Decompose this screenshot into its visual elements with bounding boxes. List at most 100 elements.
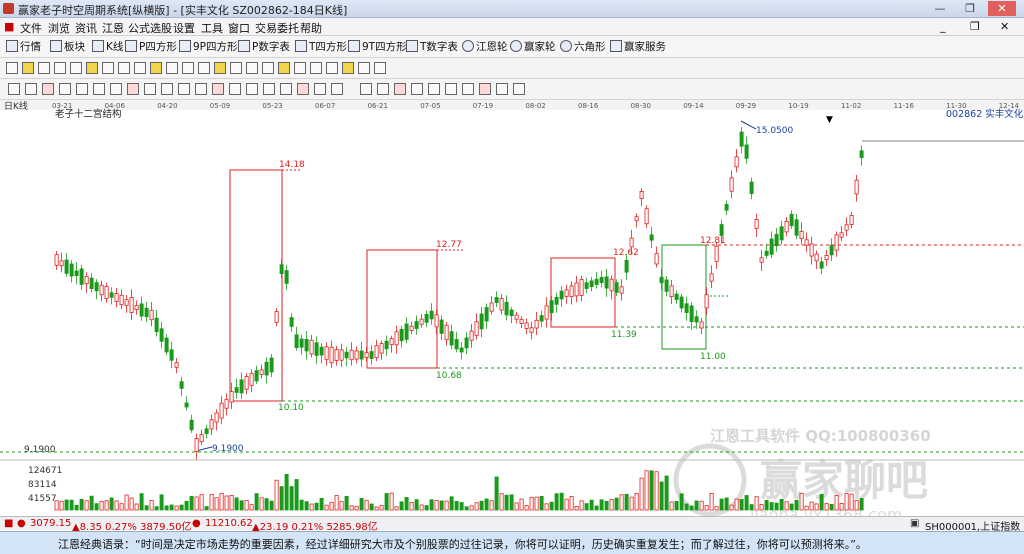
toolbar-p-table-button[interactable]: P数字表	[238, 39, 290, 55]
menu-formula[interactable]: 公式选股	[128, 20, 172, 36]
drawing-tool-icon-1[interactable]	[6, 62, 18, 74]
toolbar-winner-wheel-button[interactable]: 赢家轮	[510, 39, 556, 55]
analysis-tool-icon-12[interactable]	[195, 83, 207, 95]
stock-code-label: 002862 实丰文化	[946, 108, 1024, 120]
drawing-tool-icon-12[interactable]	[182, 62, 194, 74]
analysis-tool-icon-2[interactable]	[25, 83, 37, 95]
analysis-tool-icon-26[interactable]	[445, 83, 457, 95]
minimize-button[interactable]: —	[926, 1, 954, 16]
toolbar-p-square-button[interactable]: P四方形	[125, 39, 177, 55]
toolbar-9p-square-button[interactable]: 9P四方形	[179, 39, 238, 55]
menu-file[interactable]: 文件	[20, 20, 42, 36]
menu-info[interactable]: 资讯	[75, 20, 97, 36]
analysis-tool-icon-4[interactable]	[59, 83, 71, 95]
analysis-tool-icon-19[interactable]	[314, 83, 326, 95]
analysis-tool-icon-8[interactable]	[127, 83, 139, 95]
drawing-tool-icon-18[interactable]	[278, 62, 290, 74]
analysis-tool-icon-28[interactable]	[479, 83, 491, 95]
analysis-tool-icon-6[interactable]	[93, 83, 105, 95]
drawing-tool-icon-9[interactable]	[134, 62, 146, 74]
toolbar-9t-square-button[interactable]: 9T四方形	[348, 39, 407, 55]
drawing-tool-icon-21[interactable]	[326, 62, 338, 74]
drawing-tool-icon-10[interactable]	[150, 62, 162, 74]
toolbar-t-square-button[interactable]: T四方形	[295, 39, 347, 55]
analysis-tool-icon-14[interactable]	[229, 83, 241, 95]
drawing-tool-icon-22[interactable]	[342, 62, 354, 74]
candle	[279, 264, 284, 274]
drawing-tool-icon-3[interactable]	[38, 62, 50, 74]
menu-trade[interactable]: 交易委托	[255, 20, 299, 36]
toolbar-hexagon-button[interactable]: 六角形	[560, 39, 606, 55]
analysis-tool-icon-13[interactable]	[212, 83, 224, 95]
toolbar-service-button[interactable]: 赢家服务	[610, 39, 666, 55]
drawing-tool-icon-15[interactable]	[230, 62, 242, 74]
close-button[interactable]: ✕	[988, 1, 1016, 16]
analysis-tool-icon-24[interactable]	[411, 83, 423, 95]
analysis-tool-icon-9[interactable]	[144, 83, 156, 95]
maximize-button[interactable]: ❐	[956, 1, 984, 16]
drawing-tool-icon-4[interactable]	[54, 62, 66, 74]
drawing-tool-icon-11[interactable]	[166, 62, 178, 74]
volume-bar	[669, 501, 674, 511]
analysis-tool-icon-25[interactable]	[428, 83, 440, 95]
volume-bar	[514, 502, 519, 511]
analysis-tool-icon-18[interactable]	[297, 83, 309, 95]
index-selector-icon[interactable]: ▣	[910, 518, 919, 529]
drawing-tool-icon-16[interactable]	[246, 62, 258, 74]
analysis-tool-icon-3[interactable]	[42, 83, 54, 95]
drawing-tool-icon-13[interactable]	[198, 62, 210, 74]
drawing-tool-icon-14[interactable]	[214, 62, 226, 74]
drawing-tool-icon-5[interactable]	[70, 62, 82, 74]
drawing-tool-icon-23[interactable]	[358, 62, 370, 74]
analysis-tool-icon-10[interactable]	[161, 83, 173, 95]
volume-bar	[124, 494, 129, 511]
menu-window[interactable]: 窗口	[228, 20, 250, 36]
analysis-tool-icon-23[interactable]	[394, 83, 406, 95]
analysis-tool-icon-17[interactable]	[280, 83, 292, 95]
analysis-tool-icon-20[interactable]	[331, 83, 343, 95]
analysis-tool-icon-15[interactable]	[246, 83, 258, 95]
analysis-tool-icon-29[interactable]	[496, 83, 508, 95]
menu-gann[interactable]: 江恩	[102, 20, 124, 36]
drawing-tool-icon-19[interactable]	[294, 62, 306, 74]
menu-browse[interactable]: 浏览	[48, 20, 70, 36]
price-label-1281: 12.81	[700, 236, 726, 246]
toolbar-gann-wheel-button[interactable]: 江恩轮	[462, 39, 508, 55]
candle	[319, 346, 324, 356]
candlestick-chart[interactable]: 03-21 04-06 04-20 05-09 05-23 06-07 06-21 07-05…	[0, 100, 1024, 524]
volume-bar	[784, 501, 789, 511]
drawing-tool-icon-17[interactable]	[262, 62, 274, 74]
drawing-tool-icon-2[interactable]	[22, 62, 34, 74]
mdi-restore-button[interactable]: ❐	[970, 20, 980, 33]
menu-settings[interactable]: 设置	[173, 20, 195, 36]
analysis-tool-icon-21[interactable]	[360, 83, 372, 95]
drawing-tool-icon-20[interactable]	[310, 62, 322, 74]
menu-help[interactable]: 帮助	[300, 20, 322, 36]
menu-tools[interactable]: 工具	[201, 20, 223, 36]
volume-bar	[459, 502, 464, 511]
drawing-tool-icon-24[interactable]	[374, 62, 386, 74]
analysis-tool-icon-30[interactable]	[513, 83, 525, 95]
volume-tick-2: 83114	[28, 480, 57, 490]
drawing-tool-icon-6[interactable]	[86, 62, 98, 74]
toolbar-kline-button[interactable]: K线	[92, 39, 123, 55]
candle	[669, 285, 674, 297]
chart-area[interactable]: 03-21 04-06 04-20 05-09 05-23 06-07 06-21 07-05…	[0, 100, 1024, 524]
drawing-tool-icon-8[interactable]	[118, 62, 130, 74]
mdi-close-button[interactable]: ✕	[1000, 20, 1009, 33]
toolbar-quotes-button[interactable]: 行情	[6, 39, 41, 55]
analysis-tool-icon-16[interactable]	[263, 83, 275, 95]
analysis-tool-icon-11[interactable]	[178, 83, 190, 95]
analysis-tool-icon-1[interactable]	[8, 83, 20, 95]
analysis-tool-icon-27[interactable]	[462, 83, 474, 95]
candle	[694, 316, 699, 323]
mdi-minimize-button[interactable]: _	[940, 20, 946, 33]
analysis-tool-icon-5[interactable]	[76, 83, 88, 95]
status-bar: ■ ● 3079.15 ▲8.35 0.27% 3879.50亿 ● 11210…	[0, 516, 1024, 533]
volume-bar	[104, 500, 109, 511]
analysis-tool-icon-7[interactable]	[110, 83, 122, 95]
toolbar-sector-button[interactable]: 板块	[50, 39, 85, 55]
toolbar-t-table-button[interactable]: T数字表	[406, 39, 458, 55]
analysis-tool-icon-22[interactable]	[377, 83, 389, 95]
drawing-tool-icon-7[interactable]	[102, 62, 114, 74]
